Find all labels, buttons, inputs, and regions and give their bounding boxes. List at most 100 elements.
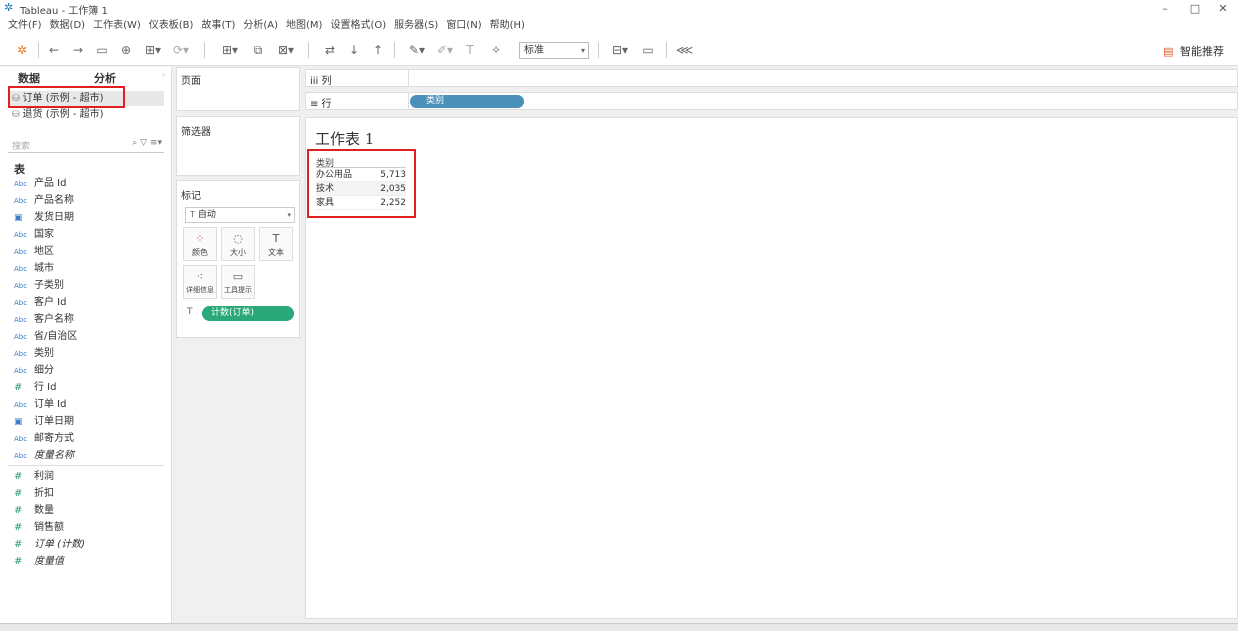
label-icon[interactable]: T [462, 42, 478, 58]
worksheet-title[interactable]: 工作表 1 [315, 128, 374, 149]
smart-recommend-button[interactable]: ▤ 智能推荐 [1163, 43, 1224, 59]
mark-type-value: 自动 [197, 210, 216, 220]
field-item[interactable]: # 度量值 [14, 554, 64, 570]
field-item[interactable]: Abc 度量名称 [14, 448, 74, 464]
field-item[interactable]: # 销售额 [14, 520, 64, 536]
field-item[interactable]: Abc 类别 [14, 346, 54, 362]
field-item[interactable]: Abc 城市 [14, 261, 54, 277]
save-icon[interactable]: ▭ [94, 42, 110, 58]
rows-shelf[interactable]: ≡ 行 类别 [305, 92, 1238, 110]
table-header[interactable]: 类别 [316, 156, 406, 169]
field-item[interactable]: # 订单 (计数) [14, 537, 85, 553]
undo-icon[interactable]: ← [46, 42, 62, 58]
close-button[interactable]: ✕ [1208, 0, 1238, 18]
string-type-icon: Abc [14, 333, 28, 341]
menu-server[interactable]: 服务器(S) [394, 18, 438, 34]
mark-type-select[interactable]: T 自动 ▾ [185, 207, 295, 223]
field-item[interactable]: # 行 Id [14, 380, 56, 396]
field-label: 子类别 [34, 280, 64, 291]
table-row[interactable]: 家具 2,252 [316, 196, 406, 210]
field-item[interactable]: # 数量 [14, 503, 54, 519]
text-icon: T [272, 232, 280, 245]
crosstab: 类别 办公用品 5,713 技术 2,035 家具 2,252 [316, 156, 406, 210]
field-search[interactable]: 搜索 ⌕ ▽ ≡▾ [8, 137, 164, 153]
string-type-icon: Abc [14, 231, 28, 239]
show-cards-icon[interactable]: ⊟▾ [608, 42, 632, 58]
size-button[interactable]: ◌ 大小 [221, 227, 255, 261]
text-label: 文本 [268, 248, 284, 257]
field-item[interactable]: Abc 客户名称 [14, 312, 74, 328]
pause-updates-icon[interactable]: ⊞▾ [142, 42, 164, 58]
count-orders-pill[interactable]: 计数(订单) [202, 306, 294, 321]
menu-data[interactable]: 数据(D) [50, 18, 86, 34]
pin-icon[interactable]: ✧ [488, 42, 504, 58]
new-worksheet-icon[interactable]: ⊞▾ [218, 42, 242, 58]
string-type-icon: Abc [14, 367, 28, 375]
field-item[interactable]: Abc 产品 Id [14, 176, 66, 192]
field-item[interactable]: ▣ 发货日期 [14, 210, 74, 226]
category-cell: 办公用品 [316, 170, 353, 180]
field-item[interactable]: Abc 产品名称 [14, 193, 74, 209]
duplicate-sheet-icon[interactable]: ⧉ [250, 42, 266, 58]
menu-worksheet[interactable]: 工作表(W) [93, 18, 141, 34]
add-datasource-icon[interactable]: ⊕ [118, 42, 134, 58]
refresh-icon[interactable]: ⟳▾ [170, 42, 192, 58]
search-filter-icons[interactable]: ⌕ ▽ ≡▾ [132, 138, 162, 148]
presentation-mode-icon[interactable]: ▭ [640, 42, 656, 58]
category-pill[interactable]: 类别 [410, 95, 524, 108]
menu-analysis[interactable]: 分析(A) [243, 18, 278, 34]
field-label: 客户 Id [34, 297, 67, 308]
field-label: 客户名称 [34, 314, 74, 325]
field-label: 行 Id [34, 382, 57, 393]
menu-story[interactable]: 故事(T) [201, 18, 235, 34]
redo-icon[interactable]: → [70, 42, 86, 58]
columns-shelf[interactable]: iii 列 [305, 69, 1238, 87]
field-item[interactable]: Abc 订单 Id [14, 397, 66, 413]
field-item[interactable]: ▣ 订单日期 [14, 414, 74, 430]
string-type-icon: Abc [14, 248, 28, 256]
menu-window[interactable]: 窗口(N) [446, 18, 481, 34]
field-item[interactable]: Abc 客户 Id [14, 295, 66, 311]
pane-menu-icon[interactable]: ◦ [161, 71, 166, 80]
tooltip-button[interactable]: ▭ 工具提示 [221, 265, 255, 299]
field-item[interactable]: # 利润 [14, 469, 54, 485]
fit-select[interactable]: 标准 ▾ [519, 42, 589, 59]
field-item[interactable]: Abc 细分 [14, 363, 54, 379]
detail-button[interactable]: ⁖ 详细信息 [183, 265, 217, 299]
share-icon[interactable]: ⋘ [676, 42, 693, 58]
color-button[interactable]: ⁘ 颜色 [183, 227, 217, 261]
field-item[interactable]: Abc 地区 [14, 244, 54, 260]
datasource-returns[interactable]: ⛁ 退货 (示例 - 超市) [8, 107, 164, 122]
field-item[interactable]: Abc 子类别 [14, 278, 64, 294]
text-mark-icon: T [190, 210, 195, 219]
maximize-button[interactable]: □ [1180, 0, 1210, 18]
datasource-orders[interactable]: ⛁ 订单 (示例 - 超市) [8, 91, 164, 106]
menu-file[interactable]: 文件(F) [8, 18, 42, 34]
toolbar-separator [394, 42, 395, 58]
data-pane: 数据 分析 ◦ ⛁ 订单 (示例 - 超市) ⛁ 退货 (示例 - 超市) 搜索 ⌕… [0, 67, 172, 623]
tab-analysis[interactable]: 分析 [94, 70, 116, 86]
minimize-button[interactable]: – [1150, 0, 1180, 18]
highlight-icon[interactable]: ✎▾ [406, 42, 428, 58]
clear-sheet-icon[interactable]: ⊠▾ [274, 42, 298, 58]
category-cell: 家具 [316, 198, 335, 208]
field-item[interactable]: # 折扣 [14, 486, 54, 502]
field-item[interactable]: Abc 邮寄方式 [14, 431, 74, 447]
group-icon[interactable]: ✐▾ [434, 42, 456, 58]
table-row[interactable]: 办公用品 5,713 [316, 168, 406, 182]
text-button[interactable]: T 文本 [259, 227, 293, 261]
menu-format[interactable]: 设置格式(O) [330, 18, 386, 34]
menu-dashboard[interactable]: 仪表板(B) [149, 18, 194, 34]
field-item[interactable]: Abc 国家 [14, 227, 54, 243]
menu-map[interactable]: 地图(M) [286, 18, 322, 34]
tableau-home-icon[interactable]: ✲ [14, 42, 30, 58]
table-row[interactable]: 技术 2,035 [316, 182, 406, 196]
tab-data[interactable]: 数据 [18, 70, 40, 86]
filters-shelf[interactable]: 筛选器 [176, 116, 300, 176]
sort-ascending-icon[interactable]: ↓ [346, 42, 362, 58]
sort-descending-icon[interactable]: ↑ [370, 42, 386, 58]
menu-help[interactable]: 帮助(H) [490, 18, 525, 34]
pages-shelf[interactable]: 页面 [176, 67, 300, 111]
field-item[interactable]: Abc 省/自治区 [14, 329, 77, 345]
swap-rows-columns-icon[interactable]: ⇄ [322, 42, 338, 58]
